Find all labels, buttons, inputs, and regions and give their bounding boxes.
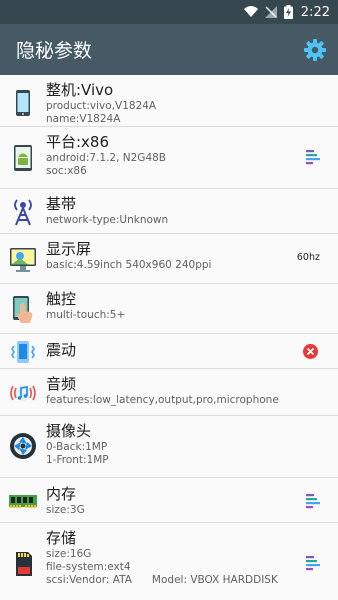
item-content: 音频 features:low_latency,output,pro,micro… — [46, 375, 298, 407]
item-title: 存储 — [46, 529, 77, 547]
item-title: 平台:x86 — [46, 133, 110, 151]
list-item-audio[interactable]: 音频 features:low_latency,output,pro,micro… — [0, 369, 338, 416]
app-bar: 隐秘参数 — [0, 24, 338, 75]
item-line: scsi:Vendor: ATA Model: VBOX HARDDISK — [46, 574, 278, 586]
item-title: 触控 — [46, 290, 77, 308]
item-line: 0-Back:1MP — [46, 441, 108, 453]
item-title: 音频 — [46, 375, 77, 393]
item-line: product:vivo,V1824A — [46, 100, 157, 112]
no-signal-icon — [264, 6, 277, 18]
list-item-storage[interactable]: 存储 size:16G file-system:ext4 scsi:Vendor… — [0, 523, 338, 599]
item-title: 内存 — [46, 485, 77, 503]
list-item-platform[interactable]: 平台:x86 android:7.1.2, N2G48B soc:x86 — [0, 127, 338, 189]
item-line: size:16G — [46, 548, 92, 560]
list-item-device[interactable]: 整机:Vivo product:vivo,V1824A name:V1824A — [0, 75, 338, 127]
page-title: 隐秘参数 — [16, 40, 93, 62]
gear-icon — [304, 38, 326, 61]
sd-card-icon — [16, 552, 32, 576]
ram-icon — [9, 495, 37, 508]
refresh-rate-label: 60hz — [296, 252, 320, 263]
list-item-memory[interactable]: 内存 size:3G — [0, 478, 338, 523]
monitor-icon — [10, 248, 36, 272]
item-content: 触控 multi-touch:5+ — [46, 290, 298, 322]
status-time: 2:22 — [300, 4, 330, 20]
item-content: 存储 size:16G file-system:ext4 scsi:Vendor… — [46, 529, 298, 587]
item-content: 内存 size:3G — [46, 485, 298, 517]
item-title: 震动 — [46, 341, 77, 359]
item-title: 显示屏 — [46, 240, 92, 258]
antenna-icon — [14, 199, 32, 226]
android-icon — [14, 145, 32, 171]
item-line: multi-touch:5+ — [46, 309, 126, 321]
item-content: 基带 network-type:Unknown — [46, 195, 298, 227]
bar-chart-icon[interactable] — [306, 555, 322, 571]
item-line: android:7.1.2, N2G48B — [46, 152, 167, 164]
camera-icon — [10, 433, 36, 459]
item-line: size:3G — [46, 504, 85, 516]
item-content: 平台:x86 android:7.1.2, N2G48B soc:x86 — [46, 133, 298, 178]
list-item-baseband[interactable]: 基带 network-type:Unknown — [0, 189, 338, 234]
item-line: network-type:Unknown — [46, 214, 169, 226]
item-line: name:V1824A — [46, 113, 121, 125]
item-content: 震动 — [46, 341, 298, 360]
bar-chart-icon[interactable] — [306, 149, 322, 165]
bar-chart-icon[interactable] — [306, 493, 322, 509]
status-icons — [243, 5, 293, 19]
item-line: basic:4.59inch 540x960 240ppi — [46, 259, 212, 271]
phone-icon — [16, 90, 30, 116]
battery-charging-icon — [283, 5, 293, 19]
item-line: file-system:ext4 — [46, 561, 131, 573]
list-item-camera[interactable]: 摄像头 0-Back:1MP 1-Front:1MP — [0, 416, 338, 478]
status-bar: 2:22 — [0, 0, 338, 24]
item-title: 基带 — [46, 195, 77, 213]
wifi-icon — [243, 6, 258, 17]
item-line: soc:x86 — [46, 165, 87, 177]
list-item-vibration[interactable]: 震动 — [0, 334, 338, 369]
settings-button[interactable] — [302, 37, 328, 63]
touch-icon — [13, 296, 33, 323]
list-item-display[interactable]: 显示屏 basic:4.59inch 540x960 240ppi 60hz — [0, 234, 338, 284]
item-title: 整机:Vivo — [46, 81, 114, 99]
item-line: features:low_latency,output,pro,micropho… — [46, 394, 279, 406]
vibrate-icon — [11, 341, 35, 363]
item-line: 1-Front:1MP — [46, 454, 109, 466]
item-content: 显示屏 basic:4.59inch 540x960 240ppi — [46, 240, 298, 272]
audio-icon — [10, 385, 36, 401]
list-item-touch[interactable]: 触控 multi-touch:5+ — [0, 284, 338, 334]
item-title: 摄像头 — [46, 422, 92, 440]
spec-list: 整机:Vivo product:vivo,V1824A name:V1824A … — [0, 75, 338, 599]
error-status-icon — [303, 344, 318, 359]
item-content: 整机:Vivo product:vivo,V1824A name:V1824A — [46, 81, 298, 126]
item-content: 摄像头 0-Back:1MP 1-Front:1MP — [46, 422, 298, 467]
